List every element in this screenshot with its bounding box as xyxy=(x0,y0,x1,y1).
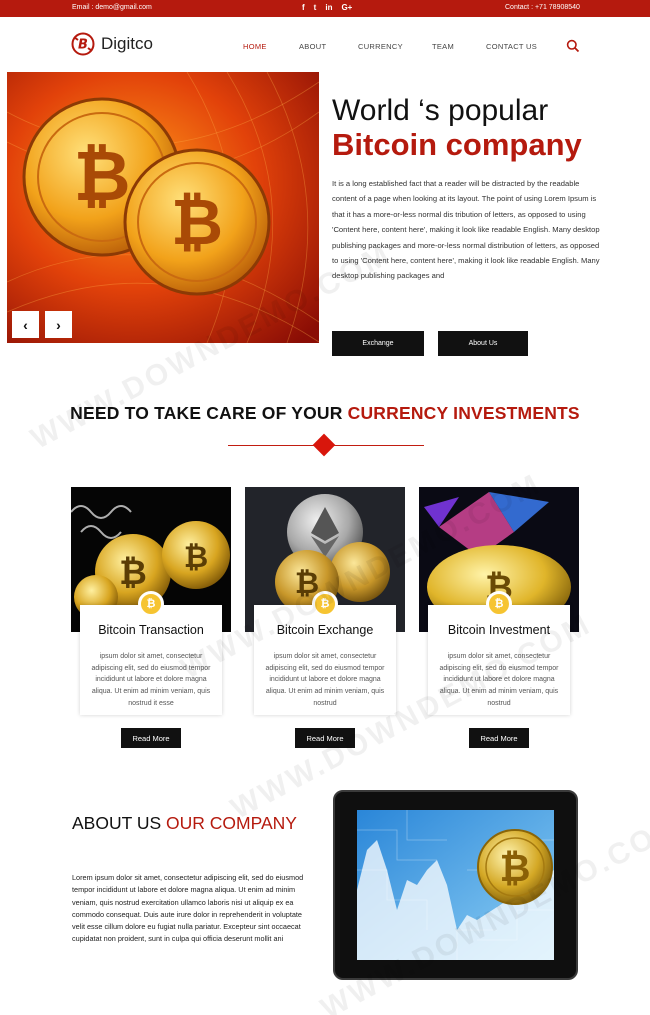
about-title: ABOUT US OUR COMPANY xyxy=(72,813,297,834)
facebook-icon[interactable]: f xyxy=(302,3,305,12)
svg-text:₿: ₿ xyxy=(119,553,147,593)
card-title-exchange: Bitcoin Exchange xyxy=(276,623,374,637)
search-icon[interactable] xyxy=(566,39,580,53)
card-title-transaction: Bitcoin Transaction xyxy=(98,623,204,637)
logo-text: Digitco xyxy=(101,34,153,53)
slider-prev-button[interactable]: ‹ xyxy=(12,311,39,338)
bitcoin-coins-image: ₿ ₿ xyxy=(7,72,319,343)
hero-slider-image: ₿ ₿ xyxy=(7,72,319,343)
card-text-transaction: ipsum dolor sit amet, consectetur adipis… xyxy=(91,653,211,707)
linkedin-icon[interactable]: in xyxy=(325,3,332,12)
card-text-investment: ipsum dolor sit amet, consectetur adipis… xyxy=(439,653,559,707)
hero-paragraph: It is a long established fact that a rea… xyxy=(332,179,600,281)
svg-text:₿: ₿ xyxy=(73,135,130,217)
svg-text:B: B xyxy=(78,38,88,53)
exchange-button[interactable]: Exchange xyxy=(332,331,424,356)
hero-title-line1: World ‘s popular xyxy=(332,94,549,127)
bitcoin-logo-icon: B xyxy=(71,32,95,56)
svg-text:₿: ₿ xyxy=(184,540,208,575)
hero-title-line2: Bitcoin company xyxy=(332,127,582,162)
divider-diamond-icon xyxy=(312,433,336,457)
topbar-contact: Contact : +71 78908540 xyxy=(505,4,580,11)
nav-contact-us[interactable]: CONTACT US xyxy=(486,42,537,51)
social-links: f t in G+ xyxy=(302,3,352,12)
read-more-button-exchange[interactable]: Read More xyxy=(295,728,355,748)
nav-about[interactable]: ABOUT xyxy=(299,42,326,51)
card-text-exchange: ipsum dolor sit amet, consectetur adipis… xyxy=(265,653,385,707)
slider-next-button[interactable]: › xyxy=(45,311,72,338)
card-title-investment: Bitcoin Investment xyxy=(447,623,551,637)
svg-text:₿: ₿ xyxy=(500,846,531,890)
bitcoin-badge-icon: ₿ xyxy=(486,591,512,617)
about-title-plain: ABOUT US xyxy=(72,813,167,833)
bitcoin-badge-icon: ₿ xyxy=(312,591,338,617)
section-title-plain: NEED TO TAKE CARE OF YOUR xyxy=(70,403,348,423)
nav-currency[interactable]: CURRENCY xyxy=(358,42,403,51)
site-logo[interactable]: B Digitco xyxy=(70,31,153,57)
top-bar: Email : demo@gmail.com f t in G+ Contact… xyxy=(0,0,650,17)
nav-home[interactable]: HOME xyxy=(243,42,267,51)
about-paragraph: Lorem ipsum dolor sit amet, consectetur … xyxy=(72,873,304,944)
twitter-icon[interactable]: t xyxy=(314,3,317,12)
bitcoin-badge-icon: ₿ xyxy=(138,591,164,617)
section-title: NEED TO TAKE CARE OF YOUR CURRENCY INVES… xyxy=(0,403,650,424)
nav-team[interactable]: TEAM xyxy=(432,42,454,51)
section-title-red: CURRENCY INVESTMENTS xyxy=(347,403,580,423)
topbar-email[interactable]: Email : demo@gmail.com xyxy=(72,4,152,11)
google-plus-icon[interactable]: G+ xyxy=(341,3,352,12)
tablet-bitcoin-image: ₿ xyxy=(357,810,554,960)
read-more-button-investment[interactable]: Read More xyxy=(469,728,529,748)
read-more-button-transaction[interactable]: Read More xyxy=(121,728,181,748)
svg-text:₿: ₿ xyxy=(171,186,223,260)
about-title-red: OUR COMPANY xyxy=(166,813,297,833)
about-us-button[interactable]: About Us xyxy=(438,331,528,356)
